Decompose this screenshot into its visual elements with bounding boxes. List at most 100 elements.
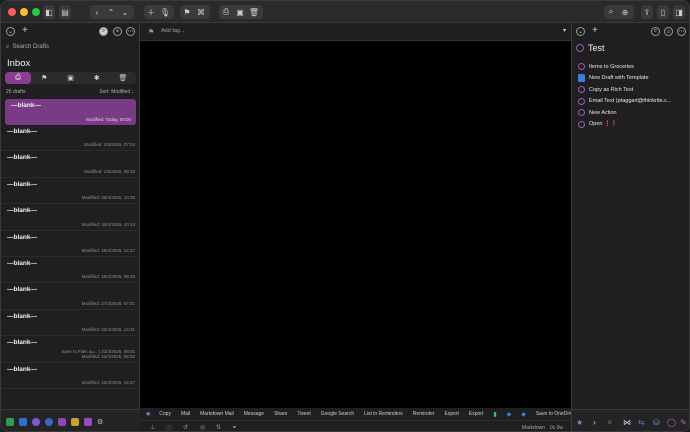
document-icon[interactable]	[84, 417, 92, 426]
sort-menu[interactable]: Sort: Modified ↓	[99, 89, 134, 95]
action-list-in-reminders[interactable]: List in Reminders	[364, 411, 403, 417]
pin-star-icon[interactable]: ☆	[607, 419, 612, 426]
list-item[interactable]: Open ❗❗	[578, 119, 672, 131]
home-icon[interactable]: ⌂	[664, 27, 673, 36]
tab-archive[interactable]: ▣	[57, 72, 83, 84]
focus-icon[interactable]: ◎	[200, 424, 205, 431]
archive-icon[interactable]: ▣	[233, 5, 247, 19]
more-icon[interactable]: ⋯	[126, 27, 135, 36]
flag-icon[interactable]: ⚑	[148, 28, 154, 36]
list-item[interactable]: Email Text (ptaggart@thinkrite.c...	[578, 96, 672, 108]
flag-icon[interactable]: ⚑	[180, 5, 194, 19]
zoom-window-button[interactable]	[32, 8, 40, 16]
database-icon[interactable]: ⛁	[653, 418, 660, 427]
add-icon[interactable]: +	[592, 25, 598, 36]
list-item[interactable]: —blank— Save to Files au... | 23/4/2026,…	[1, 336, 140, 363]
tab-trash[interactable]: 🗑	[110, 72, 136, 84]
search-icon[interactable]: ⌕	[604, 5, 618, 19]
chevron-down-icon[interactable]: ⌄	[6, 27, 15, 36]
clear-icon[interactable]: ×	[113, 27, 122, 36]
list-item[interactable]: —blank— Modified: 23/4/2026, 14:31	[1, 310, 140, 337]
pin-icon[interactable]: ⊥	[150, 424, 155, 431]
chevron-down-icon[interactable]: ⌄	[576, 27, 585, 36]
action-mail[interactable]: Mail	[181, 411, 190, 417]
add-icon[interactable]: +	[22, 25, 28, 36]
tab-flagged[interactable]: ⚑	[31, 72, 57, 84]
syntax-mode[interactable]: Markdown	[522, 425, 545, 431]
dropbox-icon-2[interactable]: ◆	[521, 411, 526, 418]
star-icon[interactable]: ★	[145, 410, 151, 418]
draft-title: —blank—	[7, 128, 37, 135]
list-item[interactable]: —blank— Modified: 2/5/2026, 07:04	[1, 125, 140, 152]
action-markdown-mail[interactable]: Markdown Mail	[200, 411, 234, 417]
list-item[interactable]: —blank— Modified: 1/5/2026, 09:28	[1, 151, 140, 178]
list-item[interactable]: —blank— Modified: Today, 08:00	[5, 99, 136, 125]
list-item[interactable]: Items to Groceries	[578, 61, 672, 73]
panel-toggle-icon[interactable]: ▤	[59, 5, 71, 19]
tag-input[interactable]: Add tag...	[161, 28, 185, 34]
list-item[interactable]: —blank— Modified: 27/4/2026, 07:01	[1, 283, 140, 310]
right-panel-toggle-icon[interactable]: ▯	[657, 5, 669, 19]
list-item[interactable]: —blank— Modified: 22/4/2026, 15:37	[1, 363, 140, 389]
editor-area[interactable]: ⚑ Add tag... ▾ ★ Copy Mail Markdown Mail…	[140, 23, 575, 431]
pencil-icon[interactable]: ✎	[680, 418, 687, 427]
chevron-down-icon[interactable]: ▾	[563, 27, 566, 34]
microphone-icon[interactable]: 🎙	[158, 5, 172, 19]
action-export[interactable]: Export	[444, 411, 458, 417]
sort-icon[interactable]: ⇅	[216, 424, 221, 431]
share-icon[interactable]: ⋈	[623, 418, 631, 427]
info-icon[interactable]: ⓘ	[166, 424, 172, 431]
action-share[interactable]: Share	[274, 411, 287, 417]
search-icon[interactable]: ⌕	[651, 27, 660, 36]
action-google-search[interactable]: Google Search	[321, 411, 354, 417]
down-icon[interactable]: ⌄	[118, 5, 132, 19]
action-label: Email Text (ptaggart@thinkrite.c...	[589, 98, 672, 105]
image-icon[interactable]	[6, 417, 14, 426]
more-icon[interactable]: ⋯	[677, 27, 686, 36]
filter-icon[interactable]: ⌕	[99, 27, 108, 36]
dropbox-icon[interactable]: ◆	[507, 411, 512, 418]
chat-icon[interactable]	[32, 417, 40, 426]
list-item[interactable]: —blank— Modified: 28/4/2026, 08:28	[1, 257, 140, 284]
swap-icon[interactable]: ⇆	[638, 418, 645, 427]
up-icon[interactable]: ⌃	[104, 5, 118, 19]
grid-icon[interactable]	[71, 417, 79, 426]
star-icon[interactable]: ★	[576, 418, 583, 427]
chevron-right-icon[interactable]: ›	[593, 418, 596, 427]
action-copy[interactable]: Copy	[159, 411, 171, 417]
tab-all[interactable]: ✱	[84, 72, 110, 84]
list-item[interactable]: —blank— Modified: 30/4/2026, 10:35	[1, 178, 140, 205]
link-icon[interactable]: ⚭	[232, 424, 237, 431]
list-item[interactable]: —blank— Modified: 30/4/2026, 10:24	[1, 204, 140, 231]
link-icon[interactable]	[58, 417, 66, 426]
action-tweet[interactable]: Tweet	[297, 411, 310, 417]
sidebar-right-icon[interactable]: ◨	[673, 5, 685, 19]
sidebar-toggle-icon[interactable]: ◧	[43, 5, 55, 19]
quick-search-icon[interactable]: ⊕	[618, 5, 632, 19]
settings-icon[interactable]: ⚙	[97, 418, 103, 426]
message-icon[interactable]	[45, 417, 53, 426]
search-field[interactable]: ⌕ Search Drafts	[6, 42, 134, 52]
minimize-window-button[interactable]	[20, 8, 28, 16]
list-item[interactable]: Copy as Rich Text	[578, 84, 672, 96]
tab-inbox[interactable]: ⎙	[5, 72, 32, 84]
action-message[interactable]: Message	[244, 411, 264, 417]
action-export-2[interactable]: Export	[469, 411, 483, 417]
share-icon[interactable]: ⇪	[641, 5, 653, 19]
list-item[interactable]: New Draft with Template	[578, 73, 672, 85]
circle-icon[interactable]: ◯	[667, 418, 676, 427]
tag-icon[interactable]: ⌘	[194, 5, 208, 19]
close-window-button[interactable]	[8, 8, 16, 16]
history-icon[interactable]: ↺	[183, 424, 188, 431]
inbox-icon[interactable]: ⎙	[219, 5, 233, 19]
list-item[interactable]: —blank— Modified: 28/4/2026, 12:37	[1, 231, 140, 257]
evernote-icon[interactable]: ▮	[493, 411, 496, 418]
list-item[interactable]: New Action	[578, 107, 672, 119]
new-draft-icon[interactable]: ＋	[144, 5, 158, 19]
back-icon[interactable]: ‹	[90, 5, 104, 19]
trash-icon[interactable]: 🗑	[247, 5, 261, 19]
flag-tag-group: ⚑ ⌘	[180, 5, 210, 19]
bookmark-icon[interactable]	[19, 417, 27, 426]
action-reminder[interactable]: Reminder	[413, 411, 435, 417]
action-save-to-onedrive[interactable]: Save to OneDrive	[536, 411, 575, 417]
